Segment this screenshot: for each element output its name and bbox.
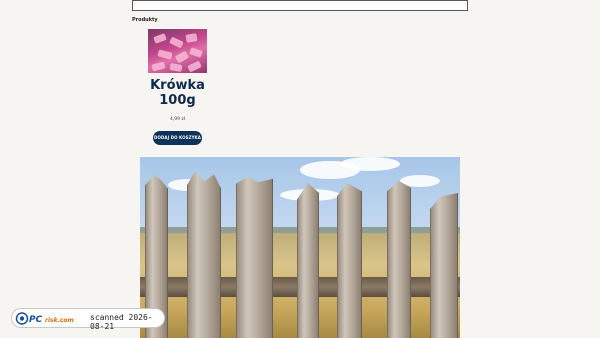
pcrisk-logo: PC risk.com bbox=[15, 312, 74, 325]
svg-text:PC: PC bbox=[29, 315, 43, 325]
fence-plank bbox=[337, 183, 362, 338]
product-price: 4,99 zł bbox=[169, 117, 186, 122]
fence-plank bbox=[430, 193, 458, 338]
product-card: Krówka 100g 4,99 zł DODAJ DO KOSZYKA bbox=[148, 29, 207, 145]
fence-plank bbox=[387, 181, 411, 338]
svg-text:risk.com: risk.com bbox=[45, 317, 74, 324]
add-to-cart-button[interactable]: DODAJ DO KOSZYKA bbox=[153, 131, 202, 145]
section-label: Produkty bbox=[132, 17, 158, 23]
product-image[interactable] bbox=[148, 29, 207, 73]
watermark: PC risk.com scanned 2026-08-21 bbox=[11, 308, 165, 331]
fence-plank bbox=[187, 171, 221, 338]
hero-image bbox=[140, 157, 460, 338]
scan-date: scanned 2026-08-21 bbox=[90, 313, 153, 331]
product-title[interactable]: Krówka 100g bbox=[148, 78, 207, 108]
fence-plank bbox=[236, 177, 273, 338]
search-input[interactable] bbox=[132, 0, 468, 11]
cloud bbox=[340, 157, 400, 171]
fence-plank bbox=[297, 183, 319, 338]
